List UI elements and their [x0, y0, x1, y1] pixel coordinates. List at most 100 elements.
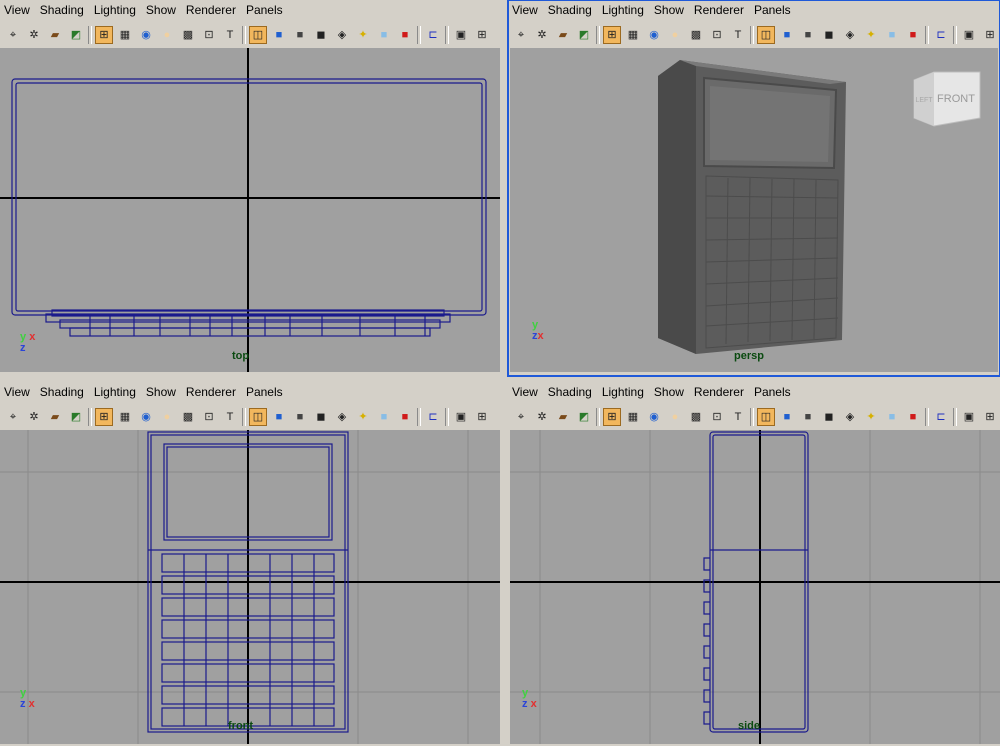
- menu-show[interactable]: Show: [654, 3, 684, 17]
- safe-title-icon[interactable]: T: [729, 408, 747, 426]
- image-plane-icon[interactable]: ◩: [67, 26, 85, 44]
- safe-title-icon[interactable]: T: [221, 26, 239, 44]
- menu-shading[interactable]: Shading: [548, 3, 592, 17]
- viewport-top[interactable]: y x z top: [0, 48, 500, 372]
- menu-view[interactable]: View: [512, 385, 538, 399]
- menu-panels[interactable]: Panels: [246, 3, 283, 17]
- safe-title-icon[interactable]: T: [221, 408, 239, 426]
- shadows-icon[interactable]: ■: [375, 408, 393, 426]
- select-camera-icon[interactable]: ⌖: [512, 408, 530, 426]
- bookmark-icon[interactable]: ▰: [554, 26, 572, 44]
- single-pane-icon[interactable]: ▣: [452, 408, 470, 426]
- viewport-panel-front[interactable]: View Shading Lighting Show Renderer Pane…: [0, 382, 502, 746]
- menu-panels[interactable]: Panels: [246, 385, 283, 399]
- ambient-occlusion-icon[interactable]: ■: [396, 26, 414, 44]
- menu-renderer[interactable]: Renderer: [186, 3, 236, 17]
- menu-lighting[interactable]: Lighting: [602, 3, 644, 17]
- image-plane-icon[interactable]: ◩: [575, 408, 593, 426]
- menu-show[interactable]: Show: [146, 3, 176, 17]
- resolution-gate-icon[interactable]: ◉: [645, 26, 663, 44]
- viewport-persp[interactable]: FRONT LEFT y zx persp: [510, 48, 998, 372]
- menu-show[interactable]: Show: [654, 385, 684, 399]
- safe-action-icon[interactable]: ⊡: [200, 26, 218, 44]
- xray-icon[interactable]: ◼: [820, 26, 838, 44]
- grid-icon[interactable]: ⊞: [95, 408, 113, 426]
- film-gate-icon[interactable]: ▦: [116, 408, 134, 426]
- menu-shading[interactable]: Shading: [40, 3, 84, 17]
- viewport-front[interactable]: y z x front: [0, 430, 500, 744]
- menu-lighting[interactable]: Lighting: [94, 3, 136, 17]
- viewport-panel-top[interactable]: View Shading Lighting Show Renderer Pane…: [0, 0, 502, 376]
- menu-panels[interactable]: Panels: [754, 385, 791, 399]
- menu-shading[interactable]: Shading: [40, 385, 84, 399]
- menu-renderer[interactable]: Renderer: [694, 3, 744, 17]
- safe-action-icon[interactable]: ⊡: [200, 408, 218, 426]
- isolate-select-icon[interactable]: ⊏: [932, 408, 950, 426]
- shadows-icon[interactable]: ■: [883, 26, 901, 44]
- camera-attributes-icon[interactable]: ✲: [533, 408, 551, 426]
- xray-icon[interactable]: ◼: [820, 408, 838, 426]
- isolate-select-icon[interactable]: ⊏: [932, 26, 950, 44]
- single-pane-icon[interactable]: ▣: [960, 408, 978, 426]
- gate-mask-icon[interactable]: ●: [158, 408, 176, 426]
- viewport-side[interactable]: y z x side: [510, 430, 1000, 744]
- textured-icon[interactable]: ◈: [841, 408, 859, 426]
- camera-attributes-icon[interactable]: ✲: [25, 26, 43, 44]
- gate-mask-icon[interactable]: ●: [666, 408, 684, 426]
- menu-panels[interactable]: Panels: [754, 3, 791, 17]
- single-pane-icon[interactable]: ▣: [960, 26, 978, 44]
- menu-shading[interactable]: Shading: [548, 385, 592, 399]
- resolution-gate-icon[interactable]: ◉: [137, 26, 155, 44]
- menu-lighting[interactable]: Lighting: [602, 385, 644, 399]
- textured-icon[interactable]: ◈: [841, 26, 859, 44]
- textured-icon[interactable]: ◈: [333, 26, 351, 44]
- film-gate-icon[interactable]: ▦: [624, 408, 642, 426]
- shadows-icon[interactable]: ■: [375, 26, 393, 44]
- lights-icon[interactable]: ✦: [862, 26, 880, 44]
- select-camera-icon[interactable]: ⌖: [512, 26, 530, 44]
- lights-icon[interactable]: ✦: [354, 26, 372, 44]
- default-material-icon[interactable]: ■: [291, 26, 309, 44]
- default-material-icon[interactable]: ■: [799, 408, 817, 426]
- menu-show[interactable]: Show: [146, 385, 176, 399]
- grid-icon[interactable]: ⊞: [95, 26, 113, 44]
- select-camera-icon[interactable]: ⌖: [4, 26, 22, 44]
- four-pane-icon[interactable]: ⊞: [981, 26, 999, 44]
- viewport-panel-side[interactable]: View Shading Lighting Show Renderer Pane…: [508, 382, 1000, 746]
- grid-icon[interactable]: ⊞: [603, 26, 621, 44]
- camera-attributes-icon[interactable]: ✲: [533, 26, 551, 44]
- lights-icon[interactable]: ✦: [862, 408, 880, 426]
- four-pane-icon[interactable]: ⊞: [473, 26, 491, 44]
- lights-icon[interactable]: ✦: [354, 408, 372, 426]
- wireframe-icon[interactable]: ◫: [757, 408, 775, 426]
- isolate-select-icon[interactable]: ⊏: [424, 26, 442, 44]
- smooth-shade-icon[interactable]: ■: [778, 408, 796, 426]
- wireframe-icon[interactable]: ◫: [757, 26, 775, 44]
- resolution-gate-icon[interactable]: ◉: [137, 408, 155, 426]
- gate-mask-icon[interactable]: ●: [158, 26, 176, 44]
- menu-renderer[interactable]: Renderer: [694, 385, 744, 399]
- ambient-occlusion-icon[interactable]: ■: [904, 408, 922, 426]
- bookmark-icon[interactable]: ▰: [46, 26, 64, 44]
- default-material-icon[interactable]: ■: [291, 408, 309, 426]
- menu-renderer[interactable]: Renderer: [186, 385, 236, 399]
- select-camera-icon[interactable]: ⌖: [4, 408, 22, 426]
- bookmark-icon[interactable]: ▰: [554, 408, 572, 426]
- menu-view[interactable]: View: [512, 3, 538, 17]
- image-plane-icon[interactable]: ◩: [575, 26, 593, 44]
- xray-icon[interactable]: ◼: [312, 26, 330, 44]
- wireframe-icon[interactable]: ◫: [249, 408, 267, 426]
- safe-action-icon[interactable]: ⊡: [708, 26, 726, 44]
- field-chart-icon[interactable]: ▩: [179, 408, 197, 426]
- smooth-shade-icon[interactable]: ■: [270, 408, 288, 426]
- camera-attributes-icon[interactable]: ✲: [25, 408, 43, 426]
- gate-mask-icon[interactable]: ●: [666, 26, 684, 44]
- film-gate-icon[interactable]: ▦: [624, 26, 642, 44]
- field-chart-icon[interactable]: ▩: [179, 26, 197, 44]
- shadows-icon[interactable]: ■: [883, 408, 901, 426]
- grid-icon[interactable]: ⊞: [603, 408, 621, 426]
- film-gate-icon[interactable]: ▦: [116, 26, 134, 44]
- isolate-select-icon[interactable]: ⊏: [424, 408, 442, 426]
- textured-icon[interactable]: ◈: [333, 408, 351, 426]
- resolution-gate-icon[interactable]: ◉: [645, 408, 663, 426]
